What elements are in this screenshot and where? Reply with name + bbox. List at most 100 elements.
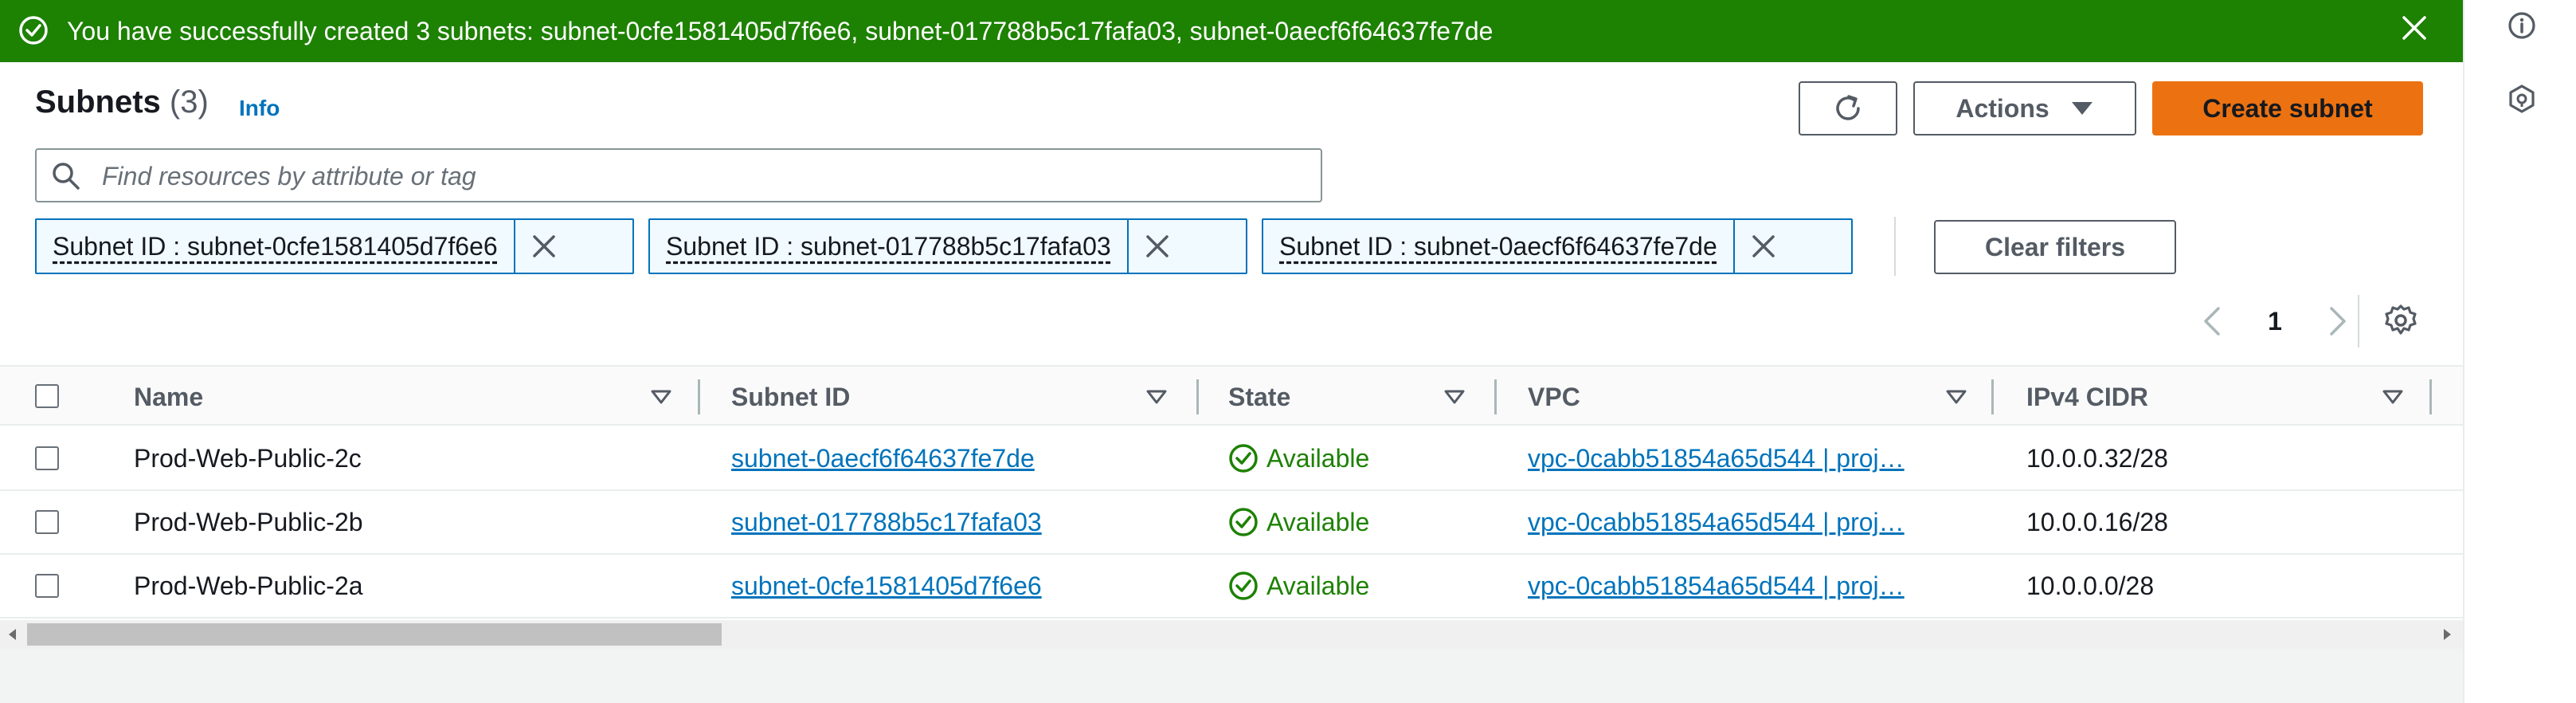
hexagon-shield-icon [2509, 84, 2535, 113]
row-checkbox[interactable] [35, 510, 59, 534]
column-resizer[interactable] [1196, 379, 1199, 414]
success-flashbar: You have successfully created 3 subnets:… [0, 0, 2463, 62]
available-check-icon [1229, 444, 1258, 473]
subnets-table: Name Subnet ID State VPC IPv4 CIDR Prod-… [0, 365, 2463, 620]
chevron-right-icon [2330, 307, 2346, 336]
search-input[interactable] [100, 156, 1298, 196]
filter-divider [1894, 217, 1896, 276]
success-check-icon [19, 16, 48, 45]
tools-rail [2463, 0, 2576, 703]
info-link[interactable]: Info [239, 96, 280, 121]
actions-dropdown[interactable]: Actions [1913, 81, 2136, 135]
filter-token-label[interactable]: Subnet ID : subnet-017788b5c17fafa03 [650, 220, 1129, 273]
remove-filter-button[interactable] [515, 220, 573, 273]
cell-name: Prod-Web-Public-2a [134, 571, 363, 600]
security-panel-button[interactable] [2506, 83, 2538, 115]
state-label: Available [1266, 507, 1370, 536]
cell-vpc: vpc-0cabb51854a65d544 | proj… [1528, 491, 1955, 553]
preferences-button[interactable] [2378, 298, 2423, 343]
info-icon [2508, 12, 2535, 39]
refresh-icon [1836, 95, 1860, 120]
filter-token: Subnet ID : subnet-0cfe1581405d7f6e6 [35, 218, 634, 274]
horizontal-scrollbar[interactable] [0, 620, 2463, 649]
remove-filter-button[interactable] [1129, 220, 1186, 273]
scrollbar-thumb[interactable] [27, 623, 722, 646]
column-resizer[interactable] [1991, 379, 1994, 414]
row-checkbox[interactable] [35, 574, 59, 598]
filter-token: Subnet ID : subnet-017788b5c17fafa03 [648, 218, 1247, 274]
gear-icon [2385, 304, 2417, 335]
scroll-left-icon[interactable] [5, 626, 21, 642]
subnet-id-link[interactable]: subnet-0aecf6f64637fe7de [731, 427, 1035, 489]
column-resizer[interactable] [2429, 379, 2432, 414]
pager-divider [2358, 295, 2359, 348]
available-check-icon [1229, 571, 1258, 600]
column-header-name[interactable]: Name [134, 367, 683, 427]
filter-token-label[interactable]: Subnet ID : subnet-0aecf6f64637fe7de [1263, 220, 1735, 273]
column-label: Subnet ID [731, 382, 851, 411]
table-row[interactable]: Prod-Web-Public-2a subnet-0cfe1581405d7f… [0, 555, 2463, 619]
create-subnet-button[interactable]: Create subnet [2152, 81, 2423, 135]
state-label: Available [1266, 571, 1370, 600]
close-icon [2402, 16, 2426, 40]
cell-state: Available [1228, 427, 1369, 489]
sort-icon [1946, 390, 1967, 404]
column-label: Name [134, 382, 204, 411]
column-label: State [1228, 382, 1291, 411]
next-page-button[interactable] [2318, 297, 2358, 345]
cell-vpc: vpc-0cabb51854a65d544 | proj… [1528, 427, 1955, 489]
column-resizer[interactable] [698, 379, 700, 414]
main-content: You have successfully created 3 subnets:… [0, 0, 2463, 703]
clear-filters-button[interactable]: Clear filters [1934, 220, 2176, 274]
filter-token-label[interactable]: Subnet ID : subnet-0cfe1581405d7f6e6 [37, 220, 515, 273]
close-icon [1752, 235, 1775, 257]
available-check-icon [1229, 508, 1258, 536]
pagination: 1 [2192, 293, 2358, 349]
caret-down-icon [2071, 102, 2093, 115]
title-text: Subnets [35, 84, 161, 120]
previous-page-button[interactable] [2192, 297, 2232, 345]
close-icon [532, 235, 555, 257]
cell-ipv4-cidr: 10.0.0.32/28 [2026, 443, 2168, 473]
actions-label: Actions [1955, 93, 2049, 123]
table-row[interactable]: Prod-Web-Public-2b subnet-017788b5c17faf… [0, 491, 2463, 555]
cell-vpc: vpc-0cabb51854a65d544 | proj… [1528, 555, 1955, 617]
column-header-ipv4-cidr[interactable]: IPv4 CIDR [2026, 367, 2409, 427]
select-all-checkbox[interactable] [35, 384, 59, 408]
page-title: Subnets (3) [35, 84, 209, 120]
cell-state: Available [1228, 555, 1369, 617]
state-label: Available [1266, 443, 1370, 473]
table-row[interactable]: Prod-Web-Public-2c subnet-0aecf6f64637fe… [0, 427, 2463, 491]
dismiss-banner-button[interactable] [2394, 8, 2434, 48]
row-checkbox[interactable] [35, 446, 59, 470]
cell-name: Prod-Web-Public-2c [134, 443, 362, 473]
vpc-link[interactable]: vpc-0cabb51854a65d544 | proj… [1528, 491, 1955, 553]
subnets-panel: Subnets (3) Info Actions Create subnet F… [0, 62, 2463, 365]
column-header-state[interactable]: State [1228, 367, 1475, 427]
scroll-right-icon[interactable] [2439, 626, 2455, 642]
refresh-button[interactable] [1799, 81, 1897, 135]
search-icon [53, 163, 80, 190]
cell-state: Available [1228, 491, 1369, 553]
current-page[interactable]: 1 [2268, 307, 2282, 336]
vpc-link[interactable]: vpc-0cabb51854a65d544 | proj… [1528, 427, 1955, 489]
column-header-subnet-id[interactable]: Subnet ID [731, 367, 1185, 427]
sort-icon [651, 390, 671, 404]
cell-ipv4-cidr: 10.0.0.0/28 [2026, 571, 2155, 600]
column-label: IPv4 CIDR [2026, 382, 2148, 411]
subnet-id-link[interactable]: subnet-017788b5c17fafa03 [731, 491, 1042, 553]
info-panel-button[interactable] [2506, 10, 2538, 41]
sort-icon [2382, 390, 2403, 404]
banner-message: You have successfully created 3 subnets:… [67, 17, 1494, 45]
subnet-count: (3) [169, 84, 209, 120]
remove-filter-button[interactable] [1735, 220, 1792, 273]
subnet-id-link[interactable]: subnet-0cfe1581405d7f6e6 [731, 555, 1042, 617]
column-resizer[interactable] [1494, 379, 1497, 414]
cell-ipv4-cidr: 10.0.0.16/28 [2026, 507, 2168, 536]
column-header-vpc[interactable]: VPC [1528, 367, 1982, 427]
sort-icon [1444, 390, 1465, 404]
chevron-left-icon [2204, 307, 2220, 336]
vpc-link[interactable]: vpc-0cabb51854a65d544 | proj… [1528, 555, 1955, 617]
close-icon [1145, 235, 1169, 257]
column-label: VPC [1528, 382, 1580, 411]
